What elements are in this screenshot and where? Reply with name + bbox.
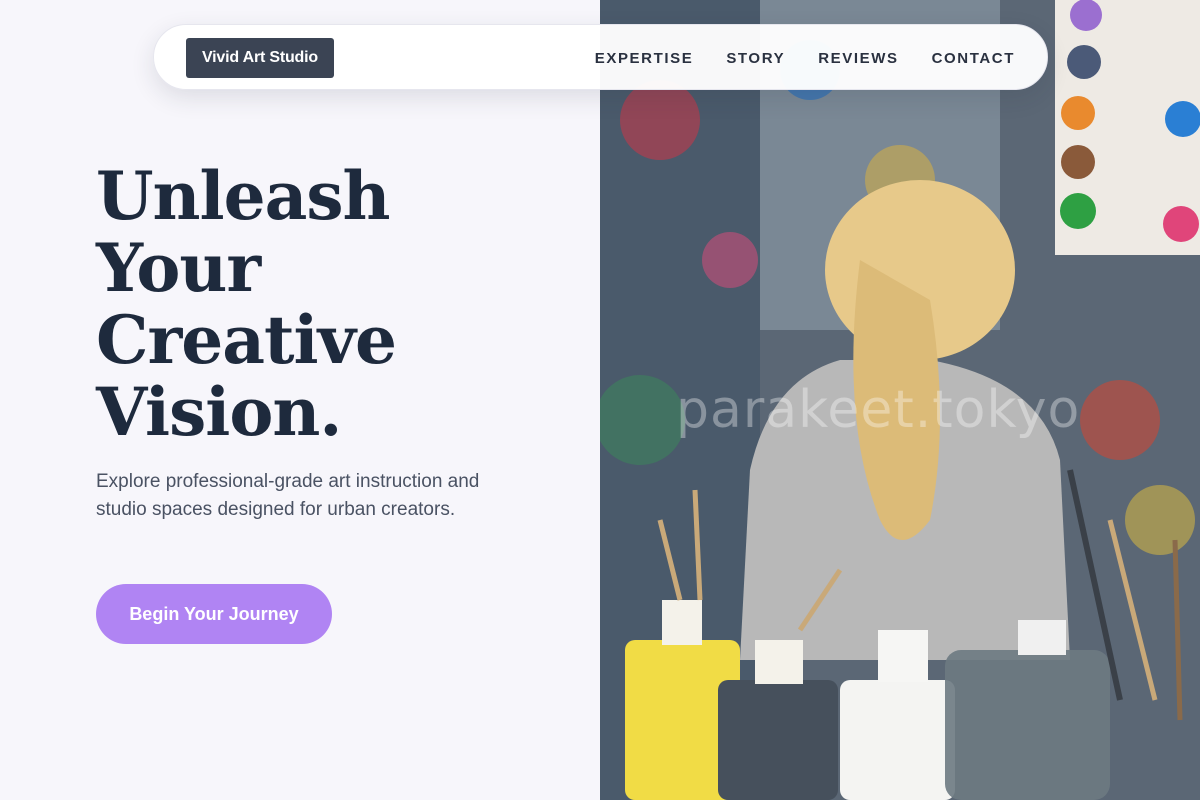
hero-headline: Unleash Your Creative Vision. xyxy=(96,160,556,448)
headline-line: Your xyxy=(96,229,261,307)
nav-link-expertise[interactable]: EXPERTISE xyxy=(595,50,694,67)
nav-link-contact[interactable]: CONTACT xyxy=(932,50,1015,67)
nav-link-story[interactable]: STORY xyxy=(726,50,785,67)
nav-links: EXPERTISE STORY REVIEWS CONTACT xyxy=(595,25,1015,91)
studio-painting-illustration xyxy=(600,0,1200,800)
hero-photo xyxy=(600,0,1200,800)
nav-link-reviews[interactable]: REVIEWS xyxy=(818,50,898,67)
headline-line: Vision. xyxy=(96,373,342,451)
brand-logo[interactable]: Vivid Art Studio xyxy=(186,38,334,78)
hero-subtext: Explore professional-grade art instructi… xyxy=(96,471,480,520)
navbar: Vivid Art Studio EXPERTISE STORY REVIEWS… xyxy=(153,24,1048,90)
headline-line: Unleash xyxy=(96,157,391,235)
headline-line: Creative xyxy=(96,301,397,379)
begin-journey-button[interactable]: Begin Your Journey xyxy=(96,584,332,644)
